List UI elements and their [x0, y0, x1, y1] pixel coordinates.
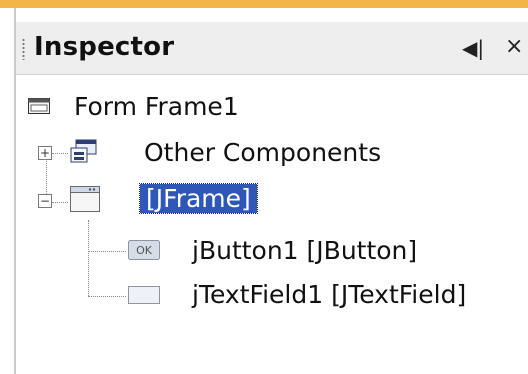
components-icon	[70, 138, 100, 166]
tree-item-other-components[interactable]: + Other Components	[16, 132, 516, 176]
jframe-icon	[70, 186, 100, 212]
panel-title: Inspector	[34, 32, 175, 62]
tree-item-label: [JFrame]	[139, 183, 258, 214]
tree-item-label: Other Components	[144, 138, 382, 167]
tree-item-label: jButton1 [JButton]	[192, 236, 418, 265]
inspector-panel: Inspector ◀| × Form Frame1 + Other Compo…	[14, 8, 528, 374]
tree-item-jbutton1[interactable]: OK jButton1 [JButton]	[16, 230, 516, 274]
drag-grip-icon[interactable]	[22, 38, 25, 60]
tree-item-jframe[interactable]: − [JFrame]	[16, 180, 516, 224]
svg-text:OK: OK	[136, 244, 153, 257]
collapse-icon[interactable]: −	[38, 194, 52, 208]
button-ok-icon: OK	[128, 240, 160, 260]
window-top-strip	[0, 0, 528, 8]
tree-item-form-frame[interactable]: Form Frame1	[16, 86, 516, 130]
tree-item-jtextfield1[interactable]: jTextField1 [JTextField]	[16, 274, 516, 318]
expand-icon[interactable]: +	[38, 146, 52, 160]
close-icon[interactable]: ×	[505, 34, 523, 59]
panel-header: Inspector ◀| ×	[16, 22, 528, 75]
tree-item-label: jTextField1 [JTextField]	[192, 280, 467, 309]
form-icon	[28, 98, 50, 114]
textfield-icon	[128, 286, 160, 304]
pin-icon[interactable]: ◀|	[462, 36, 484, 60]
tree-item-label: Form Frame1	[74, 92, 239, 121]
